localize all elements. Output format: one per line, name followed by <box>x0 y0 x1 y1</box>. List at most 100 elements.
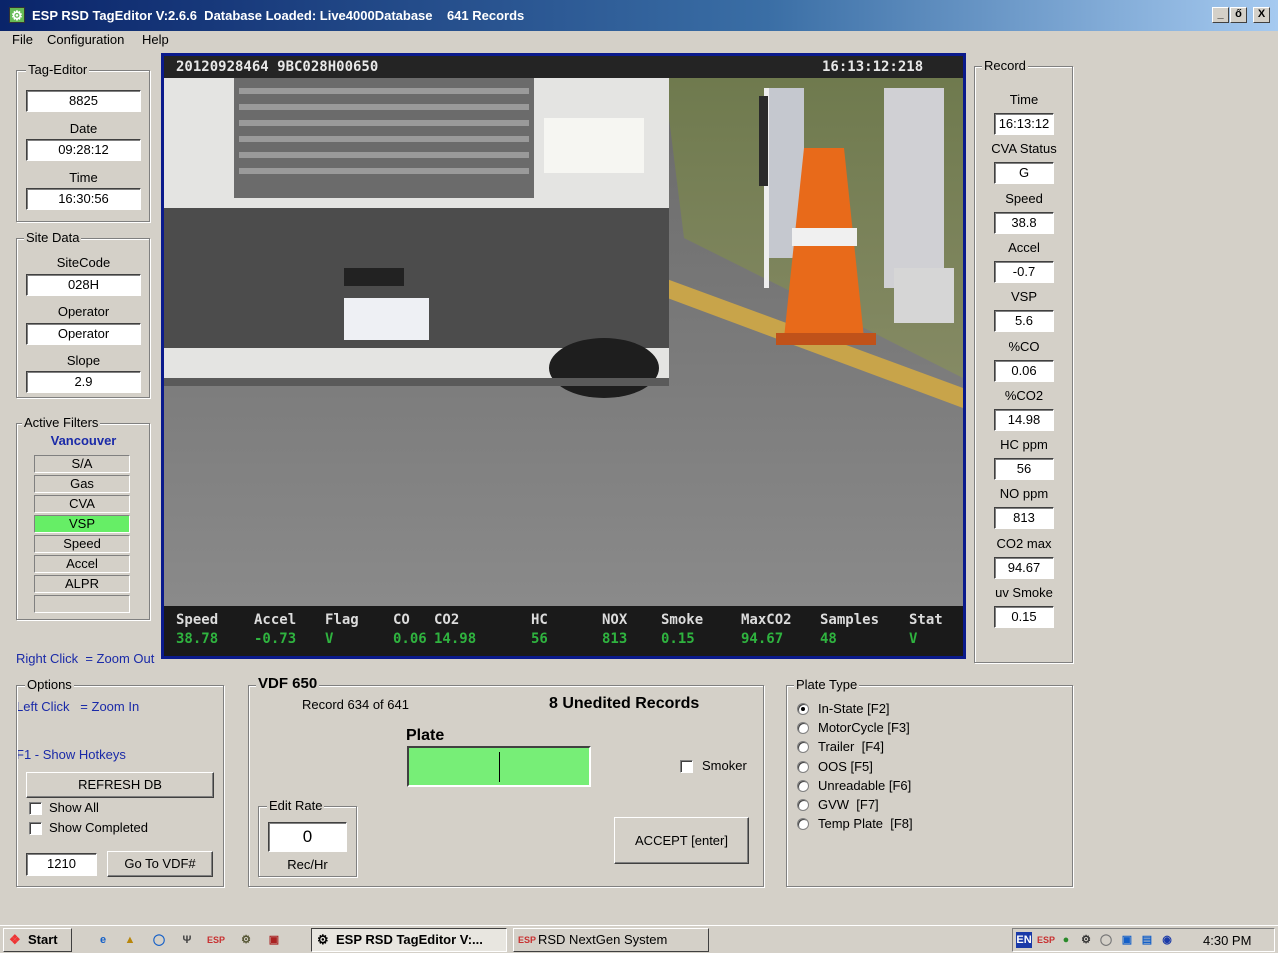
start-button[interactable]: ❖ Start <box>3 928 72 952</box>
plate-type-option-label: OOS [F5] <box>818 758 873 774</box>
date-field[interactable]: 09:28:12 <box>26 139 141 161</box>
video-frame[interactable]: 20120928464 9BC028H00650 16:13:12:218 Sp… <box>161 53 966 659</box>
rate-unit: Rec/Hr <box>287 857 328 872</box>
vdf-number-input[interactable]: 1210 <box>26 853 97 876</box>
record-field-value[interactable]: 0.06 <box>994 359 1054 382</box>
plate-type-label: Plate Type <box>794 677 860 692</box>
ie-icon[interactable]: e <box>95 932 111 948</box>
system-tray: EN ESP ● ⚙ ◯ ▣ ▤ ◉ 4:30 PM <box>1012 928 1275 952</box>
menu-file[interactable]: File <box>12 32 33 47</box>
menu-help[interactable]: Help <box>142 32 169 47</box>
record-field-value[interactable]: 56 <box>994 458 1054 481</box>
record-field-label: Accel <box>1008 239 1040 255</box>
window-title: ESP RSD TagEditor V:2.6.6 Database Loade… <box>32 8 525 23</box>
filter-item[interactable] <box>34 595 130 613</box>
menu-configuration[interactable]: Configuration <box>47 32 124 47</box>
filter-item[interactable]: Accel <box>34 555 130 573</box>
filter-region: Vancouver <box>50 433 117 448</box>
time-label: Time <box>69 170 98 185</box>
show-completed-checkbox[interactable] <box>29 822 42 835</box>
stat-header: MaxCO2 <box>741 612 792 628</box>
stat-value: 0.06 <box>393 631 427 647</box>
record-field-value[interactable]: 14.98 <box>994 408 1054 431</box>
filter-item[interactable]: CVA <box>34 495 130 513</box>
sitecode-field[interactable]: 028H <box>26 274 141 296</box>
goto-vdf-button[interactable]: Go To VDF# <box>107 851 213 877</box>
plate-type-radio[interactable] <box>797 799 809 811</box>
record-field-value[interactable]: 0.15 <box>994 606 1054 628</box>
filter-item[interactable]: S/A <box>34 455 130 473</box>
language-indicator[interactable]: EN <box>1016 932 1032 948</box>
operator-label: Operator <box>57 304 110 319</box>
plate-type-option-label: Unreadable [F6] <box>818 777 912 793</box>
start-label: Start <box>28 932 58 947</box>
plate-type-option-label: In-State [F2] <box>818 701 890 716</box>
video-record-id: 20120928464 9BC028H00650 <box>176 59 379 75</box>
filter-item[interactable]: Gas <box>34 475 130 493</box>
tageditor-icon[interactable]: ⚙ <box>238 932 254 948</box>
record-field-label: Speed <box>1005 190 1043 206</box>
record-field-value[interactable]: G <box>994 162 1054 185</box>
operator-field[interactable]: Operator <box>26 323 141 345</box>
tray-disc-icon[interactable]: ◯ <box>1098 932 1114 948</box>
tray-shield-icon[interactable]: ◉ <box>1159 932 1175 948</box>
record-field-value[interactable]: 813 <box>994 507 1054 530</box>
title-bar[interactable]: ⚙ ESP RSD TagEditor V:2.6.6 Database Loa… <box>0 0 1278 31</box>
antenna-icon[interactable]: Ψ <box>179 932 195 948</box>
stat-header: Samples <box>820 612 880 628</box>
tray-settings-icon[interactable]: ⚙ <box>1078 932 1094 948</box>
filter-item[interactable]: VSP <box>34 515 130 533</box>
filter-item[interactable]: Speed <box>34 535 130 553</box>
plate-type-radio[interactable] <box>797 760 809 773</box>
close-button[interactable]: X <box>1253 7 1270 23</box>
plate-input[interactable] <box>407 746 591 787</box>
task-nextgen[interactable]: ESP RSD NextGen System <box>513 928 709 952</box>
vehicle-camera-image[interactable] <box>164 78 963 606</box>
minimize-button[interactable]: _ <box>1212 7 1229 23</box>
windows-logo-icon: ❖ <box>9 932 21 947</box>
record-field-value[interactable]: 94.67 <box>994 556 1054 579</box>
record-field-label: uv Smoke <box>995 585 1053 600</box>
vdf-title: VDF 650 <box>256 675 320 692</box>
slope-label: Slope <box>66 353 101 368</box>
tray-network-icon[interactable]: ▤ <box>1139 932 1155 948</box>
smoker-checkbox[interactable] <box>680 760 693 773</box>
stat-header: Stat <box>909 612 943 628</box>
edit-rate-label: Edit Rate <box>267 798 325 813</box>
tray-people-icon[interactable]: ● <box>1058 932 1074 948</box>
record-field-label: %CO2 <box>1004 387 1044 403</box>
pdf-icon[interactable]: ▣ <box>266 932 282 948</box>
filter-item[interactable]: ALPR <box>34 575 130 593</box>
record-field-value[interactable]: 16:13:12 <box>994 113 1054 135</box>
task-tageditor[interactable]: ⚙ ESP RSD TagEditor V:... <box>311 928 507 952</box>
clock: 4:30 PM <box>1203 933 1252 948</box>
stat-value: V <box>909 631 918 647</box>
plate-type-option-label: MotorCycle [F3] <box>818 720 910 736</box>
record-field-value[interactable]: 38.8 <box>994 211 1054 234</box>
slope-field[interactable]: 2.9 <box>26 371 141 393</box>
record-field-label: CO2 max <box>996 535 1052 551</box>
restore-button[interactable]: ő <box>1230 7 1247 23</box>
stat-value: 56 <box>531 631 548 647</box>
plate-type-radio[interactable] <box>797 779 809 792</box>
tray-monitor-icon[interactable]: ▣ <box>1119 932 1135 948</box>
show-all-checkbox[interactable] <box>29 802 42 815</box>
network-icon[interactable]: ▲ <box>122 932 138 948</box>
time-field[interactable]: 16:30:56 <box>26 188 141 210</box>
app-icon[interactable]: ⚙ <box>9 7 25 23</box>
browser-icon[interactable]: ◯ <box>151 932 167 948</box>
esp-icon[interactable]: ESP <box>207 932 225 948</box>
record-field-value[interactable]: -0.7 <box>994 260 1054 283</box>
edit-rate-field[interactable]: 0 <box>268 822 347 852</box>
tray-esp-icon[interactable]: ESP <box>1037 932 1055 948</box>
plate-type-radio[interactable] <box>797 703 809 715</box>
accept-button[interactable]: ACCEPT [enter] <box>614 817 749 864</box>
record-field-label: NO ppm <box>999 486 1049 502</box>
task-tageditor-label: ESP RSD TagEditor V:... <box>336 932 483 947</box>
stat-header: Accel <box>254 612 297 628</box>
plate-type-option-label: GVW [F7] <box>818 797 879 812</box>
record-field-label: CVA Status <box>991 141 1057 157</box>
record-field-value[interactable]: 5.6 <box>994 310 1054 333</box>
tag-id-field[interactable]: 8825 <box>26 90 141 112</box>
refresh-db-button[interactable]: REFRESH DB <box>26 772 214 798</box>
